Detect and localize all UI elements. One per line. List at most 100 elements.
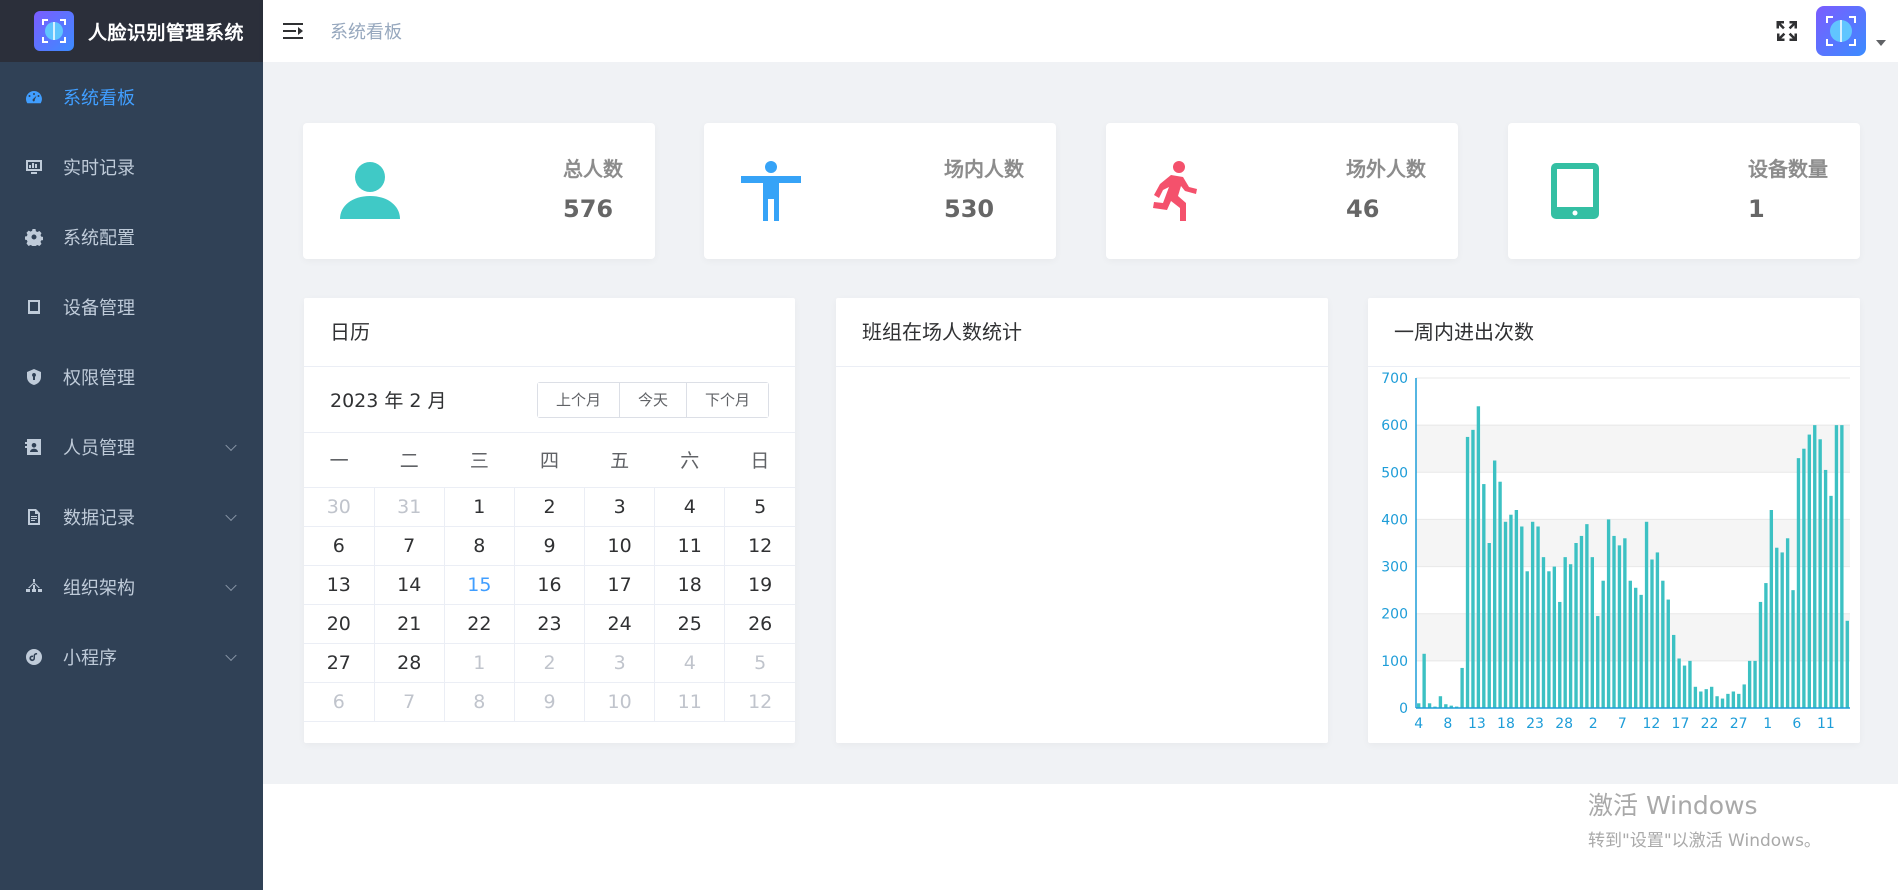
calendar-day[interactable]: 11 — [654, 681, 726, 722]
next-month-button[interactable]: 下个月 — [685, 382, 768, 417]
stat-card-devices[interactable]: 设备数量 1 — [1508, 123, 1860, 259]
calendar-day[interactable]: 6 — [304, 525, 375, 566]
bar — [1547, 571, 1551, 708]
calendar-day[interactable]: 1 — [443, 642, 515, 683]
sidebar-item-dashboard[interactable]: 系统看板 — [0, 62, 263, 132]
calendar-day[interactable]: 21 — [373, 603, 445, 644]
calendar-day[interactable]: 12 — [724, 681, 795, 722]
avatar[interactable] — [1816, 6, 1866, 56]
calendar-day[interactable]: 7 — [373, 681, 445, 722]
x-tick-label: 1 — [1763, 716, 1772, 732]
calendar-day[interactable]: 8 — [443, 525, 515, 566]
calendar-day[interactable]: 10 — [584, 681, 656, 722]
tablet-icon — [25, 298, 43, 316]
calendar-day[interactable]: 19 — [724, 564, 795, 605]
calendar-day[interactable]: 28 — [373, 642, 445, 683]
watermark-line1: 激活 Windows — [1588, 791, 1758, 820]
x-tick-label: 23 — [1526, 716, 1544, 732]
bar — [1758, 601, 1763, 708]
calendar-day[interactable]: 9 — [513, 525, 586, 566]
sidebar-item-label: 数据记录 — [63, 508, 135, 529]
bar — [1601, 580, 1605, 708]
sidebar-item-realtime[interactable]: 实时记录 — [0, 132, 263, 202]
calendar-day[interactable]: 17 — [584, 564, 656, 605]
weekly-chart-panel-title: 一周内进出次数 — [1368, 298, 1860, 367]
calendar-day[interactable]: 3 — [584, 642, 656, 683]
grid-band — [1416, 378, 1850, 426]
calendar-day[interactable]: 5 — [724, 486, 795, 527]
calendar-day[interactable]: 26 — [724, 603, 795, 644]
sidebar-item-mini-program[interactable]: 小程序 — [0, 622, 263, 692]
calendar-day[interactable]: 30 — [304, 486, 375, 527]
calendar-day[interactable]: 24 — [584, 603, 656, 644]
calendar-day-today[interactable]: 15 — [443, 564, 515, 605]
bar — [1802, 448, 1806, 708]
bar — [1471, 429, 1475, 708]
calendar-day[interactable]: 27 — [304, 642, 375, 683]
calendar-day[interactable]: 20 — [304, 603, 375, 644]
calendar-day[interactable]: 4 — [654, 486, 726, 527]
stat-card-outside[interactable]: 场外人数 46 — [1106, 123, 1458, 259]
calendar-day[interactable]: 16 — [513, 564, 586, 605]
logo-icon — [34, 11, 74, 51]
sidebar-item-config[interactable]: 系统配置 — [0, 202, 263, 272]
breadcrumb: 系统看板 — [330, 22, 402, 43]
calendar-day[interactable]: 2 — [513, 486, 586, 527]
bar — [1482, 484, 1486, 708]
sidebar-item-data-records[interactable]: 数据记录 — [0, 482, 263, 552]
bar — [1552, 566, 1557, 708]
x-tick-label: 17 — [1672, 716, 1690, 732]
calendar-day[interactable]: 6 — [304, 681, 375, 722]
calendar-day[interactable]: 31 — [373, 486, 445, 527]
calendar-day[interactable]: 23 — [513, 603, 586, 644]
calendar-day[interactable]: 5 — [724, 642, 795, 683]
bar — [1747, 660, 1752, 708]
bar — [1574, 543, 1578, 708]
calendar-day[interactable]: 8 — [443, 681, 515, 722]
stat-card-total[interactable]: 总人数 576 — [303, 123, 655, 259]
calendar-day[interactable]: 9 — [513, 681, 586, 722]
bar — [1769, 510, 1774, 708]
stat-value: 530 — [944, 195, 995, 223]
calendar-day[interactable]: 3 — [584, 486, 656, 527]
y-tick-label: 600 — [1381, 418, 1408, 434]
bar — [1753, 660, 1757, 708]
stat-card-inside[interactable]: 场内人数 530 — [704, 123, 1056, 259]
hamburger-menu-icon[interactable] — [283, 20, 305, 42]
caret-down-icon[interactable] — [1876, 40, 1886, 46]
sidebar-item-personnel[interactable]: 人员管理 — [0, 412, 263, 482]
sidebar-item-device[interactable]: 设备管理 — [0, 272, 263, 342]
bar — [1709, 686, 1714, 708]
calendar-day[interactable]: 13 — [304, 564, 375, 605]
bar — [1818, 439, 1822, 708]
sidebar-item-organization[interactable]: 组织架构 — [0, 552, 263, 622]
bar — [1677, 658, 1681, 708]
prev-month-button[interactable]: 上个月 — [537, 382, 619, 417]
calendar-day[interactable]: 10 — [584, 525, 656, 566]
sidebar-item-permission[interactable]: 权限管理 — [0, 342, 263, 412]
brand[interactable]: 人脸识别管理系统 — [0, 0, 263, 62]
calendar-day[interactable]: 25 — [654, 603, 726, 644]
calendar-day[interactable]: 2 — [513, 642, 586, 683]
calendar-day[interactable]: 14 — [373, 564, 445, 605]
calendar-day[interactable]: 1 — [443, 486, 515, 527]
bar — [1699, 691, 1703, 708]
calendar-day[interactable]: 7 — [373, 525, 445, 566]
calendar-day[interactable]: 4 — [654, 642, 726, 683]
calendar-day[interactable]: 22 — [443, 603, 515, 644]
bar — [1737, 693, 1741, 708]
bar — [1715, 696, 1719, 708]
bar — [1742, 684, 1746, 708]
calendar-day[interactable]: 12 — [724, 525, 795, 566]
bar — [1704, 689, 1708, 708]
calendar-day[interactable]: 11 — [654, 525, 726, 566]
fullscreen-icon[interactable] — [1774, 18, 1800, 44]
bar — [1731, 691, 1736, 708]
today-button[interactable]: 今天 — [618, 382, 686, 417]
bar — [1726, 693, 1730, 708]
bar — [1422, 653, 1426, 708]
stat-label: 总人数 — [563, 157, 623, 181]
bar-chart-svg: 01002003004005006007004 8 13 18 23 28 2 7 12 17 22… — [1381, 371, 1850, 732]
calendar-day[interactable]: 18 — [654, 564, 726, 605]
chart-board-icon — [25, 158, 43, 176]
